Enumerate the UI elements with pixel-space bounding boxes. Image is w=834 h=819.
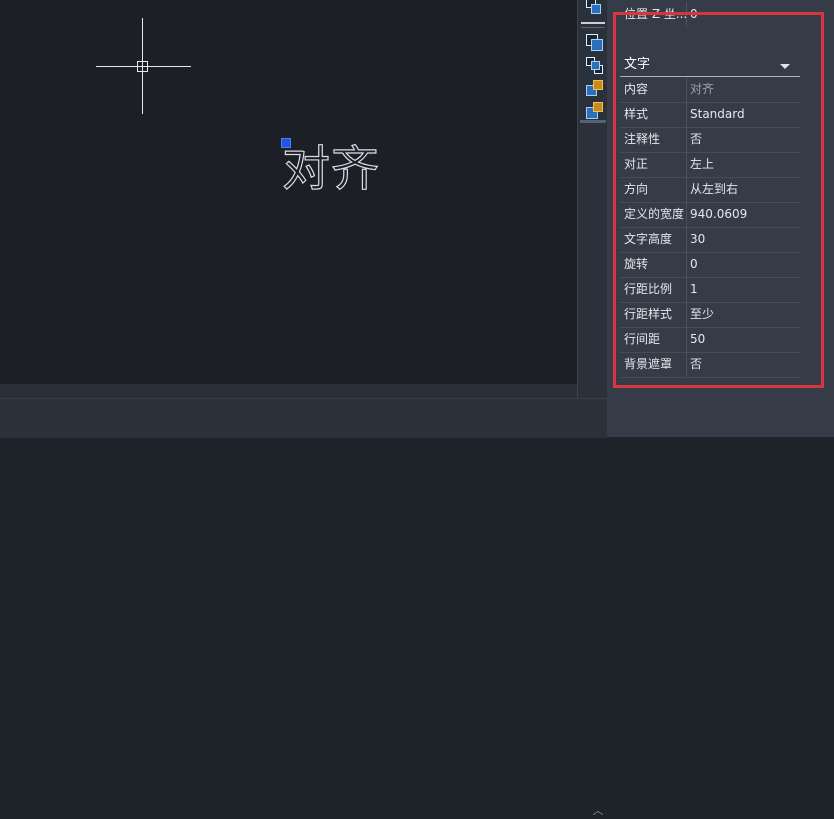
select-objects-icon[interactable] bbox=[586, 34, 603, 51]
column-divider bbox=[686, 302, 687, 327]
property-row-style[interactable]: 样式 Standard bbox=[620, 102, 800, 128]
chevron-down-icon[interactable] bbox=[780, 64, 790, 69]
property-label: 行间距 bbox=[624, 332, 661, 346]
property-label: 行距样式 bbox=[624, 307, 673, 321]
property-row-line-space-factor[interactable]: 行距比例 1 bbox=[620, 277, 800, 303]
property-value[interactable]: 左上 bbox=[690, 152, 714, 176]
property-row-line-spacing[interactable]: 行间距 50 bbox=[620, 327, 800, 353]
chevron-up-icon[interactable]: ︿ bbox=[590, 803, 606, 819]
column-divider bbox=[686, 177, 687, 202]
property-label: 注释性 bbox=[624, 132, 661, 146]
property-value[interactable]: 从左到右 bbox=[690, 177, 738, 201]
section-header-text[interactable]: 文字 bbox=[620, 54, 800, 77]
section-title: 文字 bbox=[624, 57, 651, 72]
property-row-annotative[interactable]: 注释性 否 bbox=[620, 127, 800, 153]
mtext-object[interactable]: 对齐 bbox=[281, 140, 380, 198]
quick-select-icon[interactable] bbox=[586, 0, 602, 16]
property-value[interactable]: 30 bbox=[690, 227, 705, 251]
property-label: 背景遮罩 bbox=[624, 357, 673, 371]
property-row-contents[interactable]: 内容 对齐 bbox=[620, 77, 800, 103]
property-value[interactable]: 否 bbox=[690, 127, 702, 151]
toolstrip-scrollbar[interactable] bbox=[580, 120, 606, 123]
command-line[interactable]: ︿ bbox=[0, 398, 607, 817]
property-value[interactable]: 否 bbox=[690, 352, 702, 376]
property-row-background-mask[interactable]: 背景遮罩 否 bbox=[620, 352, 800, 378]
property-row-direction[interactable]: 方向 从左到右 bbox=[620, 177, 800, 203]
drawing-canvas[interactable]: 对齐 bbox=[0, 0, 577, 384]
command-bar bbox=[0, 384, 577, 398]
column-divider bbox=[686, 227, 687, 252]
toolstrip-divider bbox=[581, 27, 605, 28]
property-value[interactable]: 940.0609 bbox=[690, 202, 747, 226]
property-value[interactable]: 1 bbox=[690, 277, 698, 301]
column-divider bbox=[686, 202, 687, 227]
property-row-justify[interactable]: 对正 左上 bbox=[620, 152, 800, 178]
property-value[interactable]: 至少 bbox=[690, 302, 714, 326]
property-label: 位置 Z 坐... bbox=[624, 7, 686, 21]
property-row-defined-width[interactable]: 定义的宽度 940.0609 bbox=[620, 202, 800, 228]
property-label: 文字高度 bbox=[624, 232, 673, 246]
property-row-line-space-style[interactable]: 行距样式 至少 bbox=[620, 302, 800, 328]
column-divider bbox=[686, 102, 687, 127]
property-value[interactable]: 50 bbox=[690, 327, 705, 351]
property-label: 定义的宽度 bbox=[624, 207, 685, 221]
properties-toolstrip bbox=[577, 0, 608, 398]
property-value[interactable]: Standard bbox=[690, 102, 745, 126]
toolstrip-divider bbox=[581, 22, 605, 24]
column-divider bbox=[686, 252, 687, 277]
property-label: 行距比例 bbox=[624, 282, 673, 296]
property-row-text-height[interactable]: 文字高度 30 bbox=[620, 227, 800, 253]
column-divider bbox=[686, 127, 687, 152]
property-row-rotation[interactable]: 旋转 0 bbox=[620, 252, 800, 278]
property-value[interactable]: 0 bbox=[690, 252, 698, 276]
select-similar-icon[interactable] bbox=[586, 80, 603, 96]
column-divider bbox=[686, 352, 687, 377]
property-label: 旋转 bbox=[624, 257, 649, 271]
property-value[interactable]: 对齐 bbox=[690, 77, 714, 101]
column-divider bbox=[686, 2, 687, 27]
property-row-position-z[interactable]: 位置 Z 坐... 0 bbox=[620, 2, 800, 27]
property-label: 方向 bbox=[624, 182, 649, 196]
filter-icon[interactable] bbox=[586, 102, 603, 119]
property-label: 样式 bbox=[624, 107, 649, 121]
column-divider bbox=[686, 327, 687, 352]
column-divider bbox=[686, 277, 687, 302]
property-label: 内容 bbox=[624, 82, 649, 96]
column-divider bbox=[686, 77, 687, 102]
property-label: 对正 bbox=[624, 157, 649, 171]
toggle-pickadd-icon[interactable] bbox=[586, 57, 603, 74]
column-divider bbox=[686, 152, 687, 177]
property-value[interactable]: 0 bbox=[690, 2, 698, 26]
pickbox bbox=[137, 61, 148, 72]
